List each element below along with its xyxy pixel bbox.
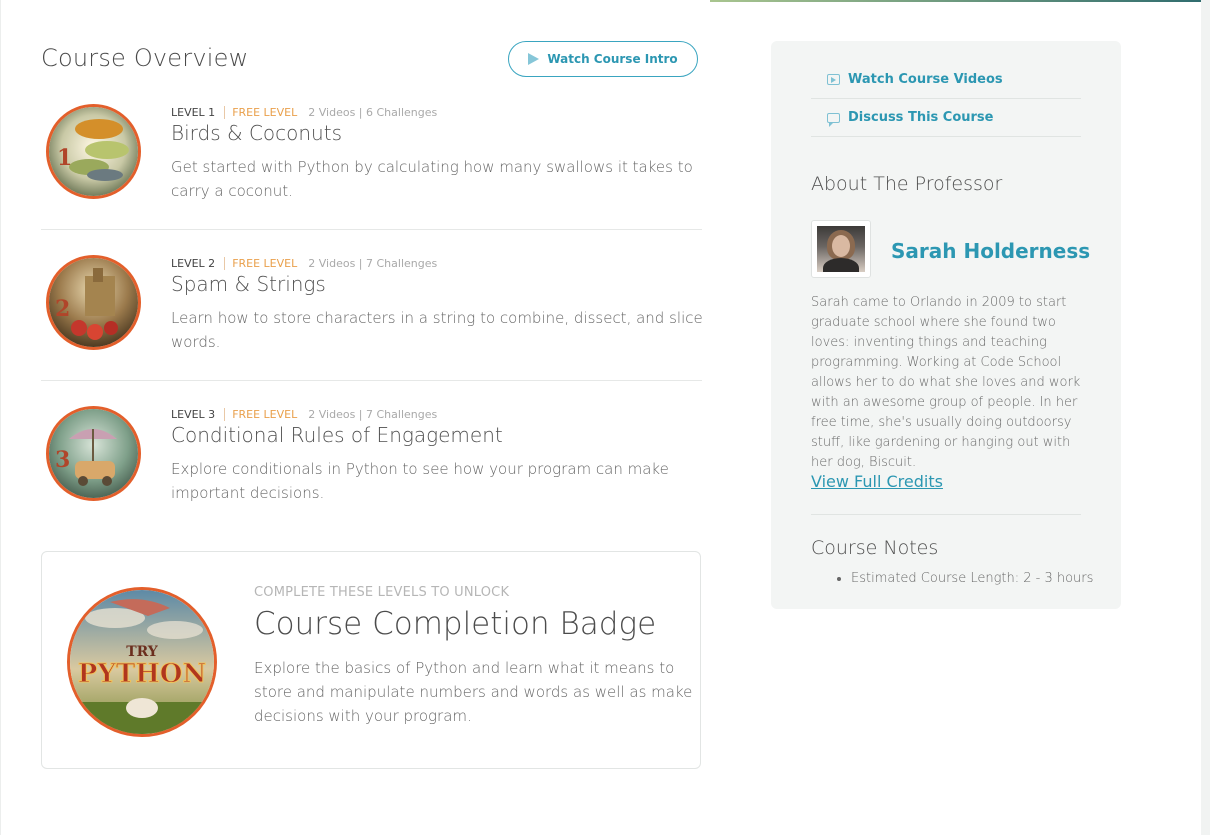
level-2-title[interactable]: Spam & Strings	[171, 272, 326, 296]
level-3-meta: LEVEL 3 FREE LEVEL 2 Videos | 7 Challeng…	[171, 408, 437, 421]
watch-course-videos-label: Watch Course Videos	[848, 72, 1003, 87]
level-2-row[interactable]: 2 LEVEL 2 FREE LEVEL 2 Videos | 7 Challe…	[41, 252, 703, 381]
level-1-title[interactable]: Birds & Coconuts	[171, 121, 342, 145]
professor-bio: Sarah came to Orlando in 2009 to start g…	[811, 295, 1081, 470]
professor-avatar[interactable]	[811, 220, 871, 278]
course-completion-card: TRY PYTHON COMPLETE THESE LEVELS TO UNLO…	[41, 551, 701, 769]
level-1-row[interactable]: 1 LEVEL 1 FREE LEVEL 2 Videos | 6 Challe…	[41, 101, 702, 230]
chat-bubble-icon	[827, 112, 840, 127]
professor-name[interactable]: Sarah Holderness	[891, 239, 1090, 263]
svg-text:1: 1	[57, 145, 72, 171]
course-completion-badge-image: TRY PYTHON	[67, 587, 217, 737]
video-icon	[827, 74, 840, 85]
level-3-row[interactable]: 3 LEVEL 3 FREE LEVEL 2 Videos | 7 Challe…	[41, 403, 702, 532]
course-note-item: Estimated Course Length: 2 - 3 hours	[851, 571, 1093, 586]
level-2-description: Learn how to store characters in a strin…	[171, 309, 703, 351]
svg-text:2: 2	[55, 296, 70, 322]
level-2-meta: LEVEL 2 FREE LEVEL 2 Videos | 7 Challeng…	[171, 257, 437, 270]
completion-badge-title: Course Completion Badge	[254, 606, 657, 642]
about-professor-heading: About The Professor	[811, 173, 1003, 195]
level-2-badge: 2	[46, 255, 141, 350]
level-1-meta: LEVEL 1 FREE LEVEL 2 Videos | 6 Challeng…	[171, 106, 437, 119]
level-3-free-tag: FREE LEVEL	[224, 408, 297, 421]
level-2-free-tag: FREE LEVEL	[224, 257, 297, 270]
level-3-counts: 2 Videos | 7 Challenges	[308, 408, 438, 421]
course-sidebar: Watch Course Videos Discuss This Course …	[771, 41, 1121, 609]
discuss-course-link[interactable]: Discuss This Course	[811, 99, 1081, 137]
play-icon	[528, 53, 540, 65]
level-1-free-tag: FREE LEVEL	[224, 106, 297, 119]
badge-text-top: TRY	[126, 644, 159, 660]
level-3-title[interactable]: Conditional Rules of Engagement	[171, 423, 503, 447]
completion-badge-description: Explore the basics of Python and learn w…	[254, 659, 693, 725]
level-3-description: Explore conditionals in Python to see ho…	[171, 460, 669, 502]
unlock-label: COMPLETE THESE LEVELS TO UNLOCK	[254, 585, 510, 600]
badge-text-main: PYTHON	[78, 659, 206, 689]
level-1-description: Get started with Python by calculating h…	[171, 158, 693, 200]
course-overview-title: Course Overview	[41, 44, 249, 72]
level-1-number: LEVEL 1	[171, 106, 216, 119]
page-right-edge	[1201, 0, 1210, 835]
watch-course-intro-button[interactable]: Watch Course Intro	[508, 41, 698, 77]
level-3-badge: 3	[46, 406, 141, 501]
view-full-credits-link[interactable]: View Full Credits	[811, 472, 943, 491]
level-3-number: LEVEL 3	[171, 408, 216, 421]
top-accent-line	[710, 0, 1210, 2]
page-left-border	[0, 0, 1, 835]
level-2-counts: 2 Videos | 7 Challenges	[308, 257, 438, 270]
level-2-number: LEVEL 2	[171, 257, 216, 270]
level-1-badge: 1	[46, 104, 141, 199]
course-notes-list: Estimated Course Length: 2 - 3 hours	[811, 571, 1093, 586]
level-1-counts: 2 Videos | 6 Challenges	[308, 106, 438, 119]
svg-text:3: 3	[55, 447, 70, 473]
course-notes-heading: Course Notes	[811, 537, 939, 559]
discuss-course-label: Discuss This Course	[848, 110, 994, 125]
watch-course-intro-label: Watch Course Intro	[547, 52, 678, 66]
watch-course-videos-link[interactable]: Watch Course Videos	[811, 61, 1081, 99]
sidebar-divider	[811, 514, 1081, 515]
